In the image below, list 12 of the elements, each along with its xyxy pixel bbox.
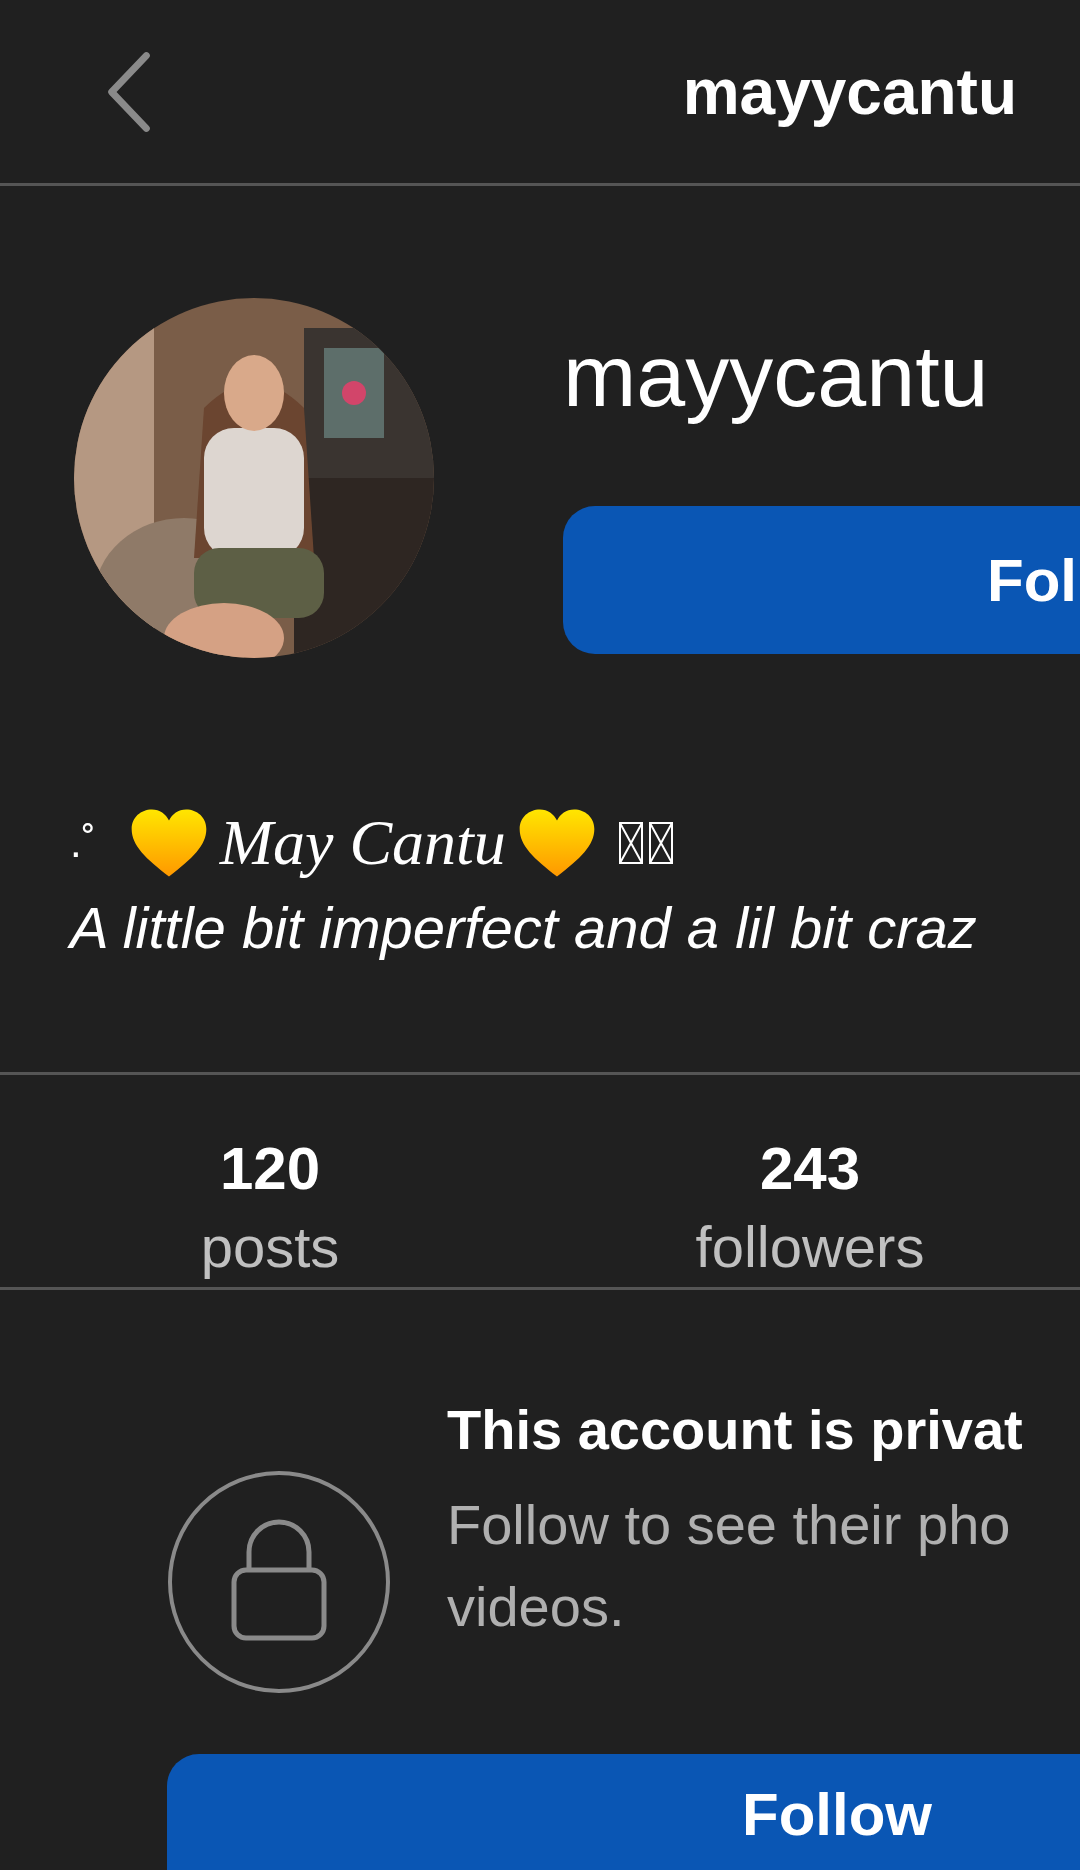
stat-count: 243 [759,1134,861,1204]
header-title: mayycantu [682,54,1017,129]
follow-button[interactable]: Follow [167,1754,1080,1870]
bio-symbol: .˚ [70,819,96,867]
stat-label: posts [200,1213,340,1281]
private-title: This account is privat [447,1397,1024,1463]
stat-count: 120 [219,1134,321,1204]
follow-button[interactable]: Foll [563,506,1080,654]
display-name: May Cantu [219,806,506,880]
private-message: Follow to see their pho videos. [447,1492,1012,1640]
profile-name: mayycantu [563,326,990,426]
stat-label: followers [695,1213,925,1281]
